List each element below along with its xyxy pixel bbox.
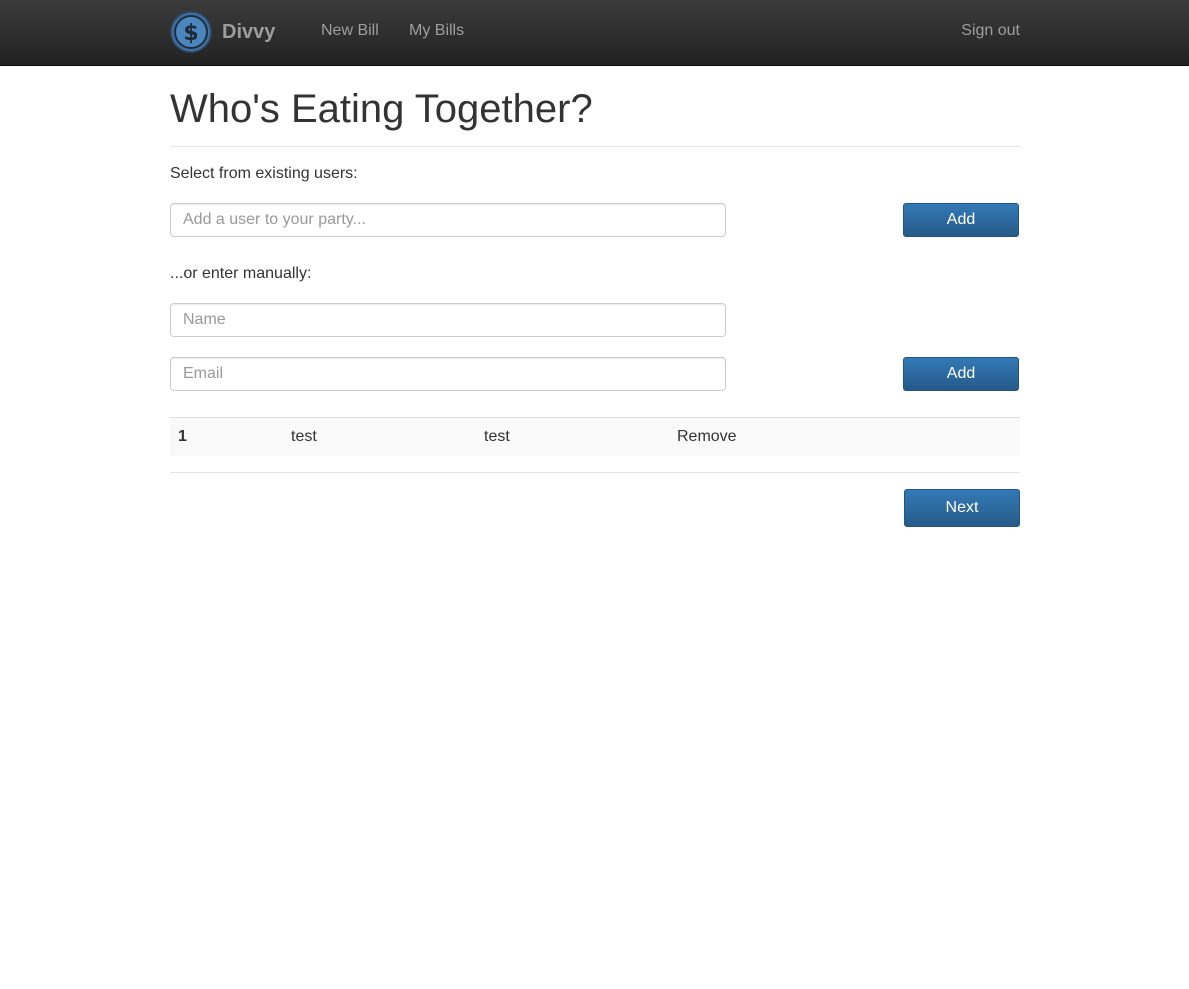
page-title: Who's Eating Together?: [170, 87, 593, 131]
existing-users-label: Select from existing users:: [170, 165, 358, 182]
row-name: test: [291, 428, 317, 445]
manual-entry-label: ...or enter manually:: [170, 265, 312, 282]
navbar: $ Divvy New Bill My Bills Sign out: [0, 0, 1189, 66]
next-button[interactable]: Next: [904, 489, 1020, 527]
email-input[interactable]: [170, 357, 726, 391]
existing-user-search-input[interactable]: [170, 203, 726, 237]
remove-user-link[interactable]: Remove: [677, 418, 737, 456]
row-email: test: [484, 428, 510, 445]
sign-out-link[interactable]: Sign out: [961, 21, 1020, 41]
table-divider: [170, 472, 1020, 473]
nav-new-bill[interactable]: New Bill: [321, 21, 379, 41]
name-input[interactable]: [170, 303, 726, 337]
title-divider: [170, 146, 1020, 147]
brand-name: Divvy: [222, 20, 276, 43]
add-existing-user-button[interactable]: Add: [903, 203, 1019, 237]
dollar-coin-icon: $: [170, 11, 212, 53]
nav-my-bills[interactable]: My Bills: [409, 21, 464, 41]
brand-link[interactable]: $ Divvy: [170, 10, 275, 54]
add-manual-user-button[interactable]: Add: [903, 357, 1019, 391]
navbar-inner: $ Divvy New Bill My Bills Sign out: [170, 0, 1020, 65]
svg-text:$: $: [183, 21, 198, 46]
party-table-row: 1 test test Remove: [170, 417, 1020, 456]
row-index: 1: [178, 428, 187, 445]
